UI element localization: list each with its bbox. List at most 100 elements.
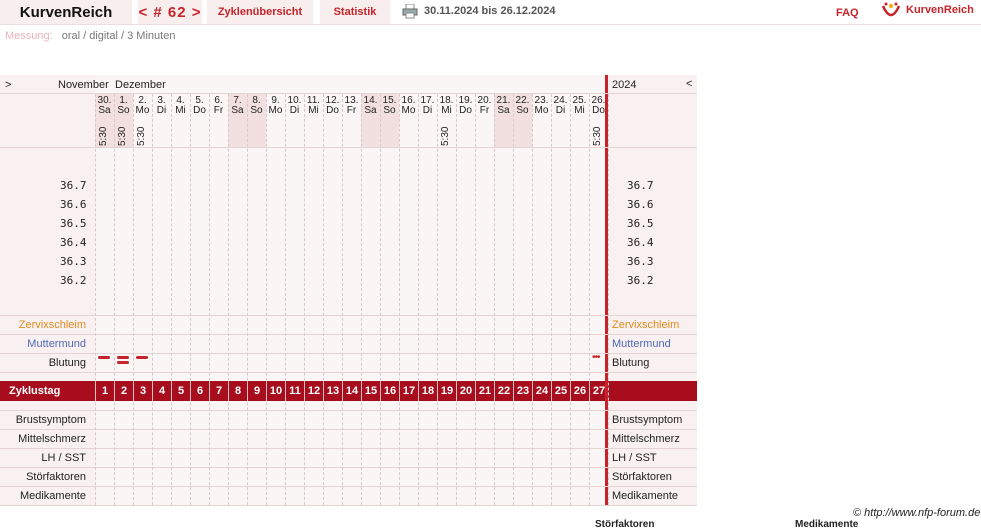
grid-column-line	[342, 94, 343, 505]
row-label-cervix: Muttermund	[27, 338, 86, 350]
nav-next-button[interactable]: <	[686, 78, 692, 90]
temp-tick-left: 36.7	[60, 179, 87, 192]
day-weekday: Sa	[497, 105, 510, 116]
cycle-day-number[interactable]: 19	[438, 381, 456, 401]
grid-column-line	[437, 94, 438, 505]
grid-column-line	[380, 94, 381, 505]
grid-column-line	[228, 94, 229, 505]
day-weekday: Mo	[135, 105, 150, 116]
day-weekday: Di	[422, 105, 433, 116]
cycle-day-number[interactable]: 14	[343, 381, 361, 401]
bleeding-mark-day2b[interactable]	[117, 361, 129, 364]
logo-icon	[881, 2, 901, 20]
bleeding-mark-day2a[interactable]	[117, 356, 129, 359]
day-weekday: Sa	[98, 105, 111, 116]
cycle-day-number[interactable]: 25	[552, 381, 570, 401]
cycle-day-number[interactable]: 8	[229, 381, 247, 401]
cycle-day-number[interactable]: 3	[134, 381, 152, 401]
grid-column-line	[114, 94, 115, 505]
row-label-cervix-right: Muttermund	[612, 338, 671, 350]
nav-prev-button[interactable]: >	[5, 79, 11, 91]
day-weekday: So	[383, 105, 396, 116]
month-label-1: November	[58, 79, 109, 91]
cycle-day-number[interactable]: 1	[96, 381, 114, 401]
row-label-disturbance: Störfaktoren	[26, 471, 86, 483]
faq-link[interactable]: FAQ	[836, 7, 859, 19]
printer-icon[interactable]	[402, 3, 418, 19]
measurement-time: 5:30	[592, 126, 603, 146]
month-label-2: Dezember	[115, 79, 166, 91]
cycle-day-number[interactable]: 21	[476, 381, 494, 401]
measurement-time: 5:30	[98, 126, 109, 146]
measurement-time: 5:30	[117, 126, 128, 146]
bleeding-mark-day3[interactable]	[136, 356, 148, 359]
cycle-day-label: Zyklustag	[9, 385, 61, 397]
grid-row-line	[0, 315, 697, 316]
temp-tick-left: 36.6	[60, 198, 87, 211]
cycle-day-number[interactable]: 9	[248, 381, 266, 401]
temp-tick-left: 36.4	[60, 236, 87, 249]
day-weekday: Do	[592, 105, 605, 116]
grid-column-line	[608, 94, 609, 505]
statistics-tab[interactable]: Statistik	[320, 0, 390, 24]
temp-tick-left: 36.2	[60, 274, 87, 287]
cycle-day-number[interactable]: 13	[324, 381, 342, 401]
bleeding-spotting-day27[interactable]: •••	[592, 353, 600, 363]
grid-column-line	[399, 94, 400, 505]
temp-tick-left: 36.3	[60, 255, 87, 268]
top-divider	[0, 24, 981, 25]
cycle-day-number[interactable]: 2	[115, 381, 133, 401]
cycle-day-number[interactable]: 12	[305, 381, 323, 401]
day-weekday: Sa	[364, 105, 377, 116]
cycle-day-number[interactable]: 15	[362, 381, 380, 401]
row-label-lh-right: LH / SST	[612, 452, 657, 464]
grid-column-line	[532, 94, 533, 505]
brand-title[interactable]: KurvenReich	[0, 0, 132, 24]
grid-column-line	[418, 94, 419, 505]
temp-tick-right: 36.6	[627, 198, 654, 211]
temp-tick-right: 36.2	[627, 274, 654, 287]
grid-column-line	[494, 94, 495, 505]
cycle-nav-button[interactable]: < # 62 >	[138, 0, 202, 24]
cycle-day-number[interactable]: 22	[495, 381, 513, 401]
temp-tick-right: 36.7	[627, 179, 654, 192]
day-weekday: Fr	[479, 105, 490, 116]
cycle-day-number[interactable]: 4	[153, 381, 171, 401]
cycle-day-number[interactable]: 7	[210, 381, 228, 401]
grid-row-line	[0, 147, 697, 148]
cycle-day-number[interactable]: 5	[172, 381, 190, 401]
row-label-bleeding-right: Blutung	[612, 357, 650, 369]
row-label-medication: Medikamente	[19, 490, 86, 502]
row-label-breast-right: Brustsymptom	[612, 414, 683, 426]
top-bar: KurvenReich < # 62 > Zyklenübersicht Sta…	[0, 0, 981, 24]
day-weekday: Sa	[231, 105, 244, 116]
cycle-overview-tab[interactable]: Zyklenübersicht	[207, 0, 313, 24]
row-label-disturbance-right: Störfaktoren	[612, 471, 672, 483]
bleeding-mark-day1[interactable]	[98, 356, 110, 359]
grid-row-line	[0, 505, 697, 506]
day-weekday: Do	[459, 105, 472, 116]
date-range: 30.11.2024 bis 26.12.2024	[424, 5, 556, 17]
copyright: © http://www.nfp-forum.de	[853, 507, 981, 519]
day-weekday: Mi	[574, 105, 585, 116]
cycle-day-number[interactable]: 6	[191, 381, 209, 401]
grid-column-line	[323, 94, 324, 505]
cycle-day-number[interactable]: 23	[514, 381, 532, 401]
cycle-day-number[interactable]: 20	[457, 381, 475, 401]
cycle-day-number[interactable]: 11	[286, 381, 304, 401]
grid-column-line	[513, 94, 514, 505]
cycle-day-number[interactable]: 17	[400, 381, 418, 401]
day-weekday: Mo	[534, 105, 549, 116]
day-weekday: Mi	[441, 105, 452, 116]
grid-row-line	[0, 448, 697, 449]
cycle-day-bar: Zyklustag 1 2 3 4 5 6 7 8 9 10 11 12 13 14 15 16 17 18 19 2…	[0, 381, 697, 401]
day-weekday: So	[250, 105, 263, 116]
cycle-day-number[interactable]: 16	[381, 381, 399, 401]
row-label-midpain-right: Mittelschmerz	[612, 433, 680, 445]
cycle-day-number[interactable]: 24	[533, 381, 551, 401]
cycle-day-number[interactable]: 10	[267, 381, 285, 401]
cycle-day-number[interactable]: 26	[571, 381, 589, 401]
grid-row-line	[0, 467, 697, 468]
cycle-day-number[interactable]: 18	[419, 381, 437, 401]
day-weekday: Mo	[401, 105, 416, 116]
